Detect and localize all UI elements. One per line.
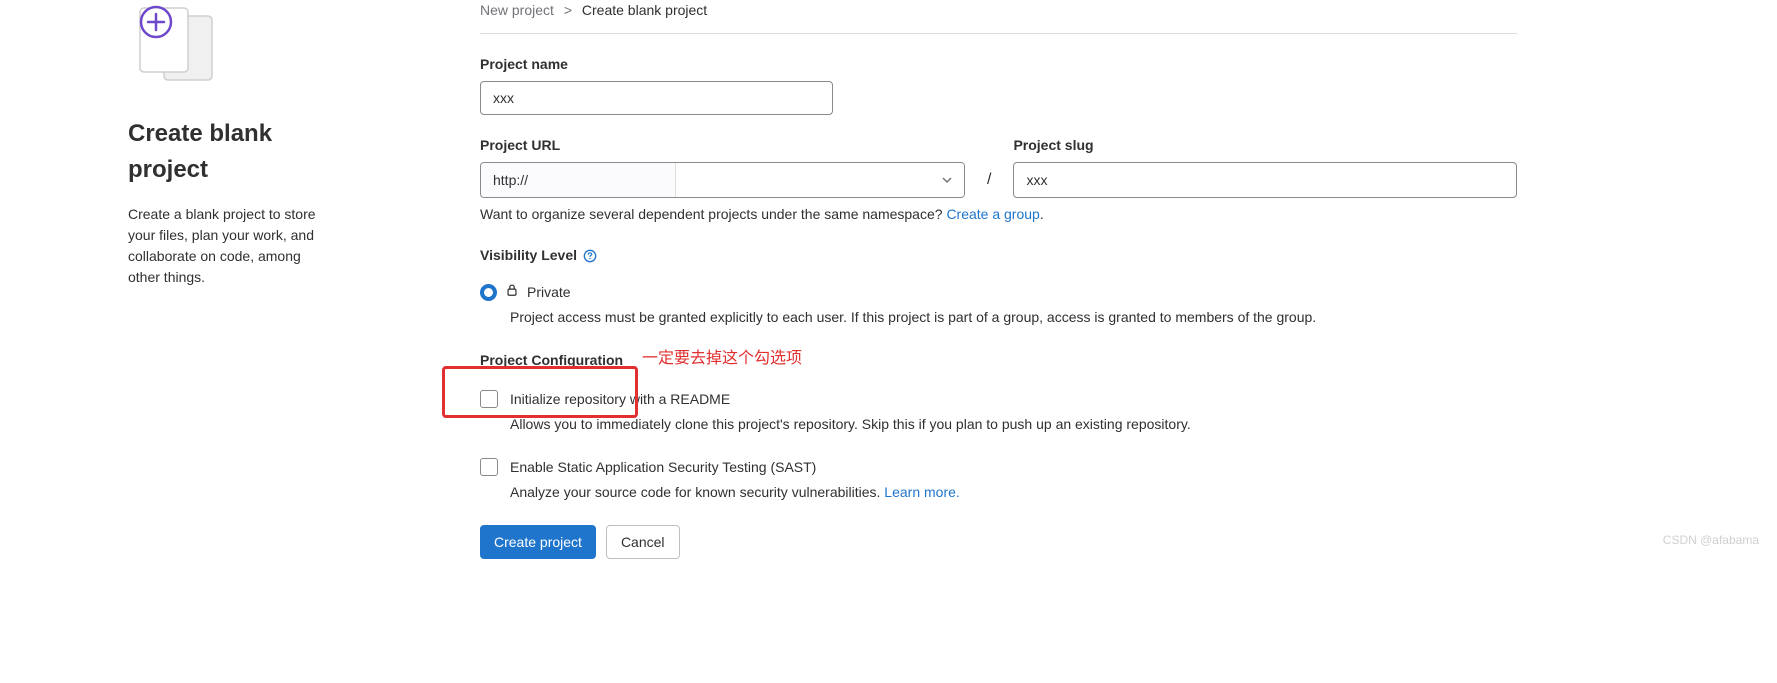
chevron-down-icon bbox=[942, 170, 952, 191]
enable-sast-checkbox[interactable] bbox=[480, 458, 498, 476]
create-project-button[interactable]: Create project bbox=[480, 525, 596, 559]
cancel-button[interactable]: Cancel bbox=[606, 525, 680, 559]
project-name-label: Project name bbox=[480, 54, 1517, 75]
divider bbox=[480, 33, 1517, 34]
visibility-private-label: Private bbox=[527, 282, 571, 303]
breadcrumb-parent[interactable]: New project bbox=[480, 2, 554, 18]
watermark: CSDN @afabama bbox=[1663, 531, 1759, 549]
url-slash: / bbox=[981, 142, 997, 192]
help-circle-icon[interactable] bbox=[581, 247, 597, 263]
initialize-readme-description: Allows you to immediately clone this pro… bbox=[510, 414, 1517, 435]
namespace-help: Want to organize several dependent proje… bbox=[480, 204, 1517, 225]
project-url-namespace-select[interactable] bbox=[676, 163, 964, 197]
left-description: Create a blank project to store your fil… bbox=[128, 204, 326, 288]
breadcrumb-current: Create blank project bbox=[582, 2, 707, 18]
visibility-level-label: Visibility Level bbox=[480, 245, 577, 266]
lock-icon bbox=[505, 282, 519, 303]
initialize-readme-checkbox[interactable] bbox=[480, 390, 498, 408]
project-configuration-label: Project Configuration bbox=[480, 350, 623, 371]
project-name-input[interactable] bbox=[480, 81, 833, 115]
left-title: Create blank project bbox=[128, 116, 326, 188]
project-url-label: Project URL bbox=[480, 135, 965, 156]
annotation-text: 一定要去掉这个勾选项 bbox=[642, 347, 802, 371]
project-slug-label: Project slug bbox=[1013, 135, 1517, 156]
project-slug-input[interactable] bbox=[1013, 162, 1517, 198]
enable-sast-label: Enable Static Application Security Testi… bbox=[510, 457, 816, 478]
breadcrumb-sep: > bbox=[564, 2, 572, 18]
visibility-private-radio[interactable] bbox=[480, 284, 497, 301]
sast-learn-more-link[interactable]: Learn more. bbox=[884, 484, 959, 500]
visibility-private-description: Project access must be granted explicitl… bbox=[510, 307, 1517, 328]
breadcrumb: New project > Create blank project bbox=[480, 0, 1517, 21]
project-icon bbox=[128, 0, 326, 96]
initialize-readme-label: Initialize repository with a README bbox=[510, 389, 730, 410]
project-url-prefix: http:// bbox=[481, 163, 676, 197]
enable-sast-description: Analyze your source code for known secur… bbox=[510, 482, 1517, 503]
create-group-link[interactable]: Create a group bbox=[946, 206, 1039, 222]
